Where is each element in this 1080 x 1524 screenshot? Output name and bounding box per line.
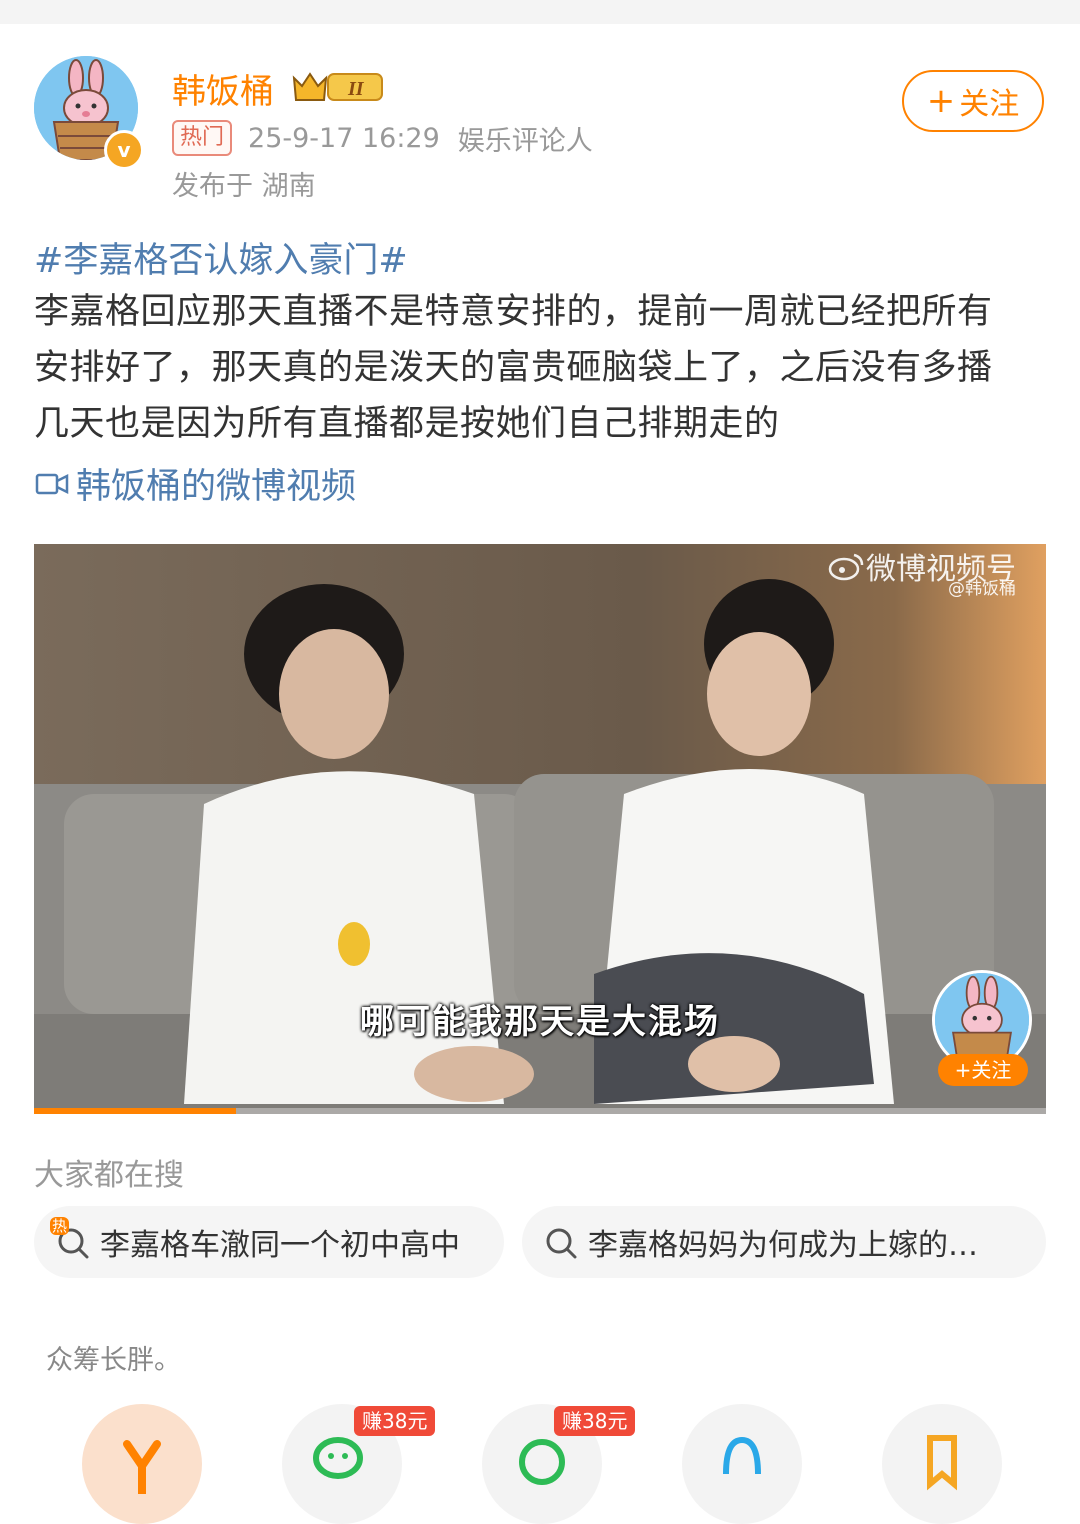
top-divider bbox=[0, 0, 1080, 24]
share-qq-icon[interactable] bbox=[682, 1404, 802, 1524]
hot-search-icon: 热 bbox=[50, 1217, 90, 1259]
plus-icon: + bbox=[926, 81, 956, 121]
crowdfund-text: 众筹长胖。 bbox=[46, 1345, 181, 1376]
search-suggestion-1[interactable]: 热 李嘉格车澈同一个初中高中 bbox=[34, 1206, 504, 1278]
share-more-icon[interactable] bbox=[882, 1404, 1002, 1524]
post-body: 李嘉格回应那天直播不是特意安排的，提前一周就已经把所有安排好了，那天真的是泼天的… bbox=[34, 292, 993, 444]
post-source: 娱乐评论人 bbox=[457, 125, 593, 157]
search-icon bbox=[544, 1225, 578, 1259]
earn-badge-1: 赚38元 bbox=[354, 1406, 436, 1436]
search-suggestion-label: 李嘉格妈妈为何成为上嫁的… bbox=[588, 1228, 978, 1263]
watermark-user: @韩饭桶 bbox=[948, 579, 1016, 599]
search-suggestion-2[interactable]: 李嘉格妈妈为何成为上嫁的… bbox=[522, 1206, 1046, 1278]
weibo-logo-icon bbox=[828, 553, 864, 581]
username[interactable]: 韩饭桶 bbox=[172, 64, 274, 113]
trending-search-title: 大家都在搜 bbox=[34, 1158, 184, 1193]
hashtag-link[interactable]: #李嘉格否认嫁入豪门# bbox=[34, 232, 408, 283]
hot-tag: 热门 bbox=[172, 120, 233, 156]
earn-badge-2: 赚38元 bbox=[554, 1406, 636, 1436]
vip-level-badge-icon: II bbox=[292, 72, 383, 101]
follow-label: 关注 bbox=[959, 87, 1020, 122]
video-follow-button[interactable]: +关注 bbox=[938, 1054, 1028, 1086]
follow-button[interactable]: + 关注 bbox=[902, 70, 1044, 132]
post-location: 发布于 湖南 bbox=[172, 171, 316, 202]
video-link[interactable]: 韩饭桶的微博视频 bbox=[34, 458, 356, 509]
share-app-icon-1[interactable] bbox=[82, 1404, 202, 1524]
video-player[interactable]: 微博视频号 @韩饭桶 哪可能我那天是大混场 +关注 bbox=[34, 544, 1046, 1114]
video-progress-fill bbox=[34, 1108, 237, 1114]
post-time: 25-9-17 16:29 bbox=[248, 122, 440, 154]
video-progress-bar[interactable] bbox=[34, 1108, 1046, 1114]
rabbit-bucket-icon bbox=[935, 973, 1029, 1067]
video-camera-icon bbox=[35, 473, 69, 494]
bookmark-icon bbox=[927, 1435, 957, 1491]
post-meta: 热门 25-9-17 16:29 娱乐评论人 bbox=[172, 120, 611, 157]
qq-icon bbox=[723, 1436, 761, 1475]
svg-text:II: II bbox=[347, 78, 365, 100]
verified-badge-icon: v bbox=[104, 130, 144, 170]
video-subtitle: 哪可能我那天是大混场 bbox=[360, 1002, 720, 1042]
search-suggestion-label: 李嘉格车澈同一个初中高中 bbox=[100, 1228, 460, 1263]
video-link-label: 韩饭桶的微博视频 bbox=[76, 467, 357, 507]
yuan-icon bbox=[123, 1440, 161, 1494]
